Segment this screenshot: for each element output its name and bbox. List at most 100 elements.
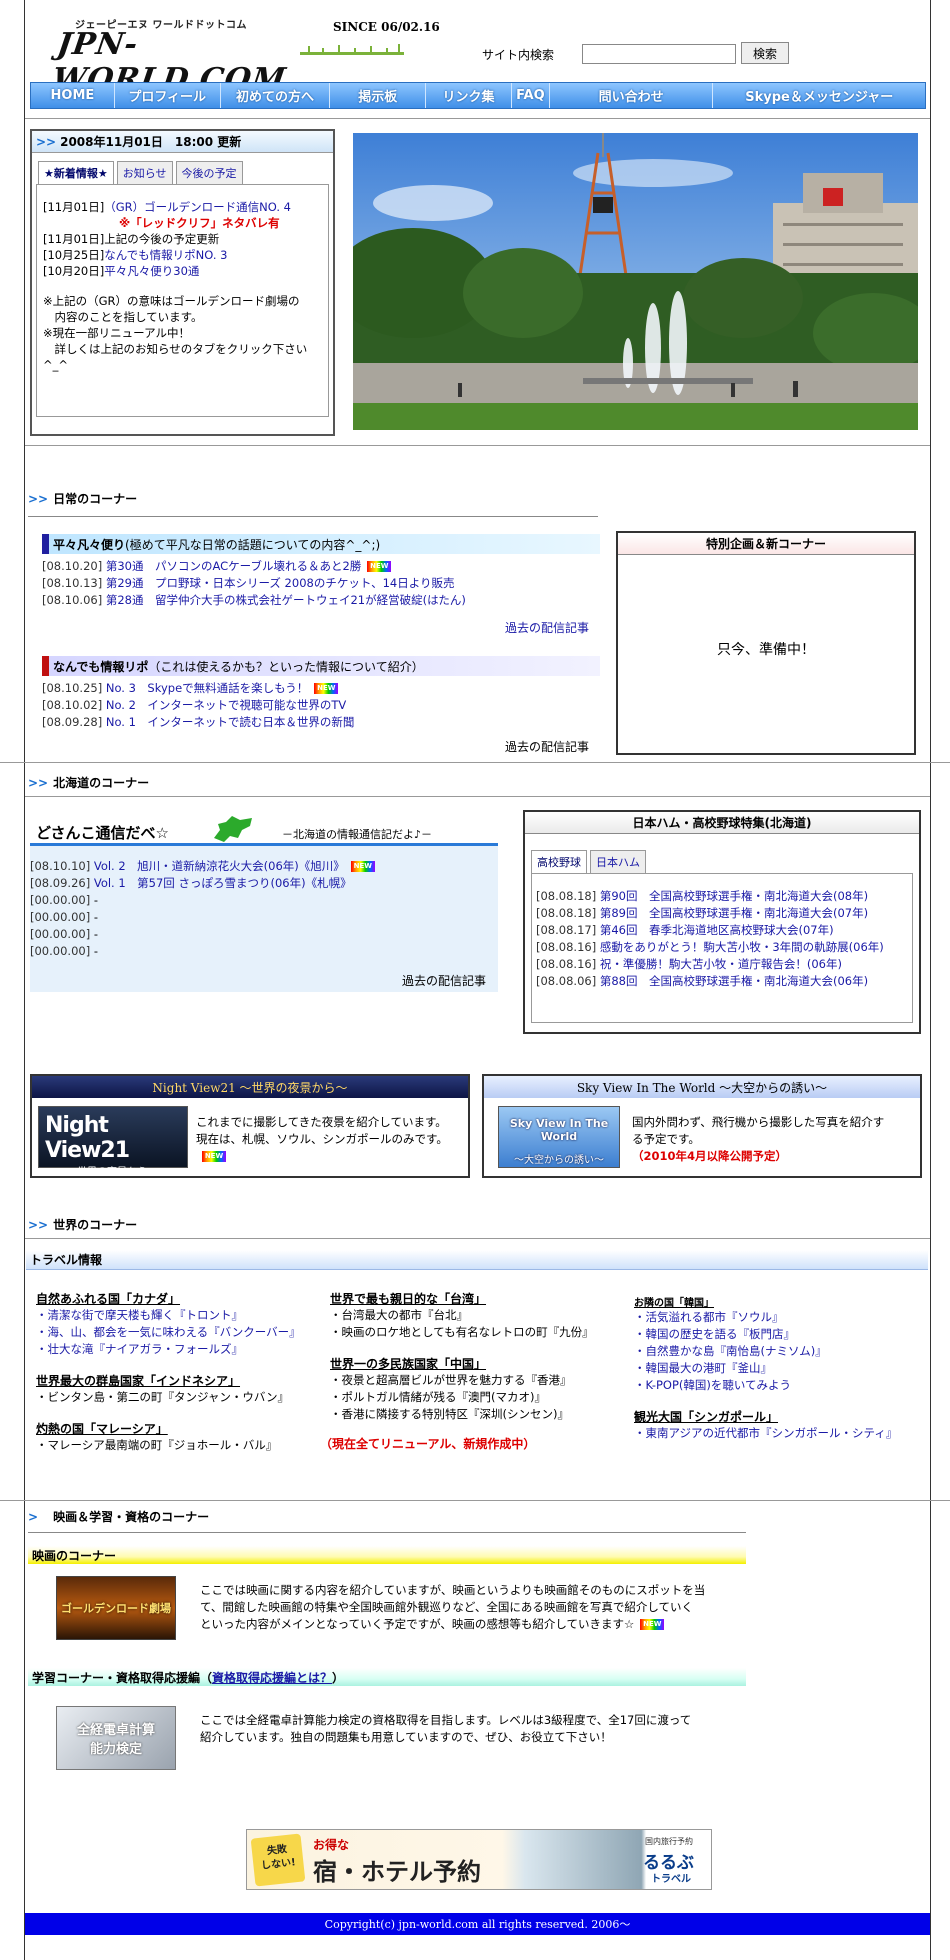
night-view-header[interactable]: Night View21 ～世界の夜景から～	[32, 1076, 468, 1098]
study-about-link[interactable]: 資格取得応援編とは？	[212, 1669, 332, 1686]
article-link[interactable]: No. 2 インターネットで視聴可能な世界のTV	[106, 698, 346, 712]
country-title[interactable]: お隣の国「韓国」	[634, 1294, 924, 1309]
news-item: [11月01日]（GR）ゴールデンロード通信NO. 4	[43, 200, 291, 214]
hokkaido-map-icon	[214, 816, 252, 842]
new-badge-icon: NEW	[350, 861, 375, 872]
news-body: [11月01日]（GR）ゴールデンロード通信NO. 4 ※「レッドクリフ」ネタバ…	[36, 184, 329, 417]
news-header: >> 2008年11月01日 18:00 更新	[32, 131, 333, 153]
article-link[interactable]: 第89回 全国高校野球選手権・南北海道大会(07年)	[600, 906, 868, 920]
article-link[interactable]: Vol. 2 旭川・道新納涼花火大会(06年)《旭川》	[94, 859, 345, 873]
ad-stamp: 失敗 しない!	[250, 1833, 306, 1887]
news-link[interactable]: なんでも情報リポNO. 3	[104, 248, 227, 262]
news-box: >> 2008年11月01日 18:00 更新 ★新着情報★ お知らせ 今後の予定…	[30, 129, 335, 436]
tab-schedule[interactable]: 今後の予定	[175, 161, 243, 184]
movie-bar: 映画のコーナー	[28, 1546, 746, 1564]
list-item: [08.08.17] 第46回 春季北海道地区高校野球大会(07年)	[536, 923, 834, 937]
country-title[interactable]: 世界一の多民族国家「中国」	[330, 1355, 610, 1372]
article-link[interactable]: 第29通 プロ野球・日本シリーズ 2008のチケット、14日より販売	[106, 576, 455, 590]
nav-home[interactable]: HOME	[31, 83, 115, 108]
baseball-panel: [08.08.18] 第90回 全国高校野球選手権・南北海道大会(08年) [0…	[531, 873, 913, 1023]
grass-decoration	[300, 44, 404, 55]
list-item: [08.10.06] 第28通 留学仲介大手の株式会社ゲートウェイ21が経営破綻…	[42, 593, 466, 607]
copyright: Copyright(c) jpn-world.com all rights re…	[25, 1913, 930, 1935]
country-title[interactable]: 世界最大の群島国家「インドネシア」	[36, 1372, 316, 1389]
travel-link[interactable]: ・壮大な滝『ナイアガラ・フォールズ』	[36, 1341, 316, 1358]
list-item: [08.10.25] No. 3 Skypeで無料通話を楽しもう！ NEW	[42, 680, 602, 697]
nav-bbs[interactable]: 掲示板	[330, 83, 427, 108]
travel-link[interactable]: ・映画のロケ地としても有名なレトロの町『九份』	[330, 1324, 610, 1341]
list-item: [08.09.26] Vol. 1 第57回 さっぽろ雪まつり(06年)《札幌》	[30, 876, 352, 890]
list-item: [08.10.20] 第30通 パソコンのACケーブル壊れる＆あと2勝 NEW	[42, 558, 602, 575]
news-link[interactable]: 平々凡々便り30通	[104, 264, 199, 278]
travel-link[interactable]: ・清潔な街で摩天楼も輝く『トロント』	[36, 1307, 316, 1324]
past-articles-link[interactable]: 過去の配信記事	[402, 972, 486, 989]
article-link[interactable]: Vol. 1 第57回 さっぽろ雪まつり(06年)《札幌》	[94, 876, 352, 890]
golden-road-thumb[interactable]: ゴールデンロード劇場	[56, 1576, 176, 1640]
calculator-exam-thumb[interactable]: 全経電卓計算 能力検定	[56, 1706, 176, 1770]
tab-nipponham[interactable]: 日本ハム	[590, 850, 646, 873]
ad-headline: 宿・ホテル予約	[313, 1857, 481, 1886]
travel-link[interactable]: ・韓国の歴史を語る『板門店』	[634, 1326, 924, 1343]
article-link[interactable]: 第46回 春季北海道地区高校野球大会(07年)	[600, 923, 834, 937]
travel-link[interactable]: ・東南アジアの近代都市『シンガポール・シティ』	[634, 1425, 924, 1442]
travel-link[interactable]: ・ポルトガル情緒が残る『澳門(マカオ)』	[330, 1389, 610, 1406]
search-input[interactable]	[582, 44, 736, 64]
travel-link[interactable]: ・夜景と超高層ビルが世界を魅力する『香港』	[330, 1372, 610, 1389]
search-button[interactable]: 検索	[741, 42, 789, 64]
article-link[interactable]: 第30通 パソコンのACケーブル壊れる＆あと2勝	[106, 559, 361, 573]
since-date: SINCE 06/02.16	[333, 20, 440, 34]
article-link[interactable]: 祝・準優勝！駒大苫小牧・道庁報告会！(06年)	[600, 957, 842, 971]
nandemo-subtitle: （これは使えるかも？といった情報について紹介）	[148, 659, 424, 674]
article-link[interactable]: 第90回 全国高校野球選手権・南北海道大会(08年)	[600, 889, 868, 903]
travel-link[interactable]: ・自然豊かな島『南怡島(ナミソム)』	[634, 1343, 924, 1360]
travel-link[interactable]: ・台湾最大の都市『台北』	[330, 1307, 610, 1324]
section-daily: >> 日常のコーナー	[28, 491, 138, 507]
divider	[25, 1238, 930, 1239]
news-link[interactable]: （GR）ゴールデンロード通信NO. 4	[104, 200, 291, 214]
tab-high-school[interactable]: 高校野球	[531, 850, 587, 873]
travel-link[interactable]: ・ビンタン島・第二の町『タンジャン・ウバン』	[36, 1389, 316, 1406]
new-badge-icon: NEW	[367, 561, 392, 572]
sky-view-thumb[interactable]: Sky View In The World ～大空からの誘い～	[498, 1106, 620, 1168]
country-title[interactable]: 灼熱の国「マレーシア」	[36, 1420, 316, 1437]
tab-new-info[interactable]: ★新着情報★	[38, 161, 114, 184]
travel-link[interactable]: ・K-POP(韓国)を聴いてみよう	[634, 1377, 924, 1394]
night-view-thumb[interactable]: Night View21 ～世界の夜景から～	[38, 1106, 188, 1178]
travel-link[interactable]: ・韓国最大の港町『釜山』	[634, 1360, 924, 1377]
nandemo-list: [08.10.25] No. 3 Skypeで無料通話を楽しもう！ NEW [08…	[42, 680, 602, 731]
sky-view-header[interactable]: Sky View In The World ～大空からの誘い～	[484, 1076, 920, 1098]
nav-faq[interactable]: FAQ	[512, 83, 550, 108]
hotel-ad-banner[interactable]: 失敗 しない! お得な 宿・ホテル予約 国内旅行予約 るるぶ トラベル	[246, 1829, 712, 1890]
country-title[interactable]: 世界で最も親日的な「台湾」	[330, 1290, 610, 1307]
logo[interactable]: ジェーピーエヌ ワールドドットコム JPN-WORLD.COM	[50, 16, 288, 97]
baseball-title: 日本ハム・高校野球特集(北海道)	[525, 812, 919, 834]
past-articles-link[interactable]: 過去の配信記事	[505, 738, 589, 755]
article-link[interactable]: No. 1 インターネットで読む日本＆世界の新聞	[106, 715, 355, 729]
search-label: サイト内検索	[482, 48, 555, 62]
nav-contact[interactable]: 問い合わせ	[550, 83, 714, 108]
nav-links[interactable]: リンク集	[426, 83, 512, 108]
nav-skype[interactable]: Skype＆メッセンジャー	[713, 83, 925, 108]
tab-notice[interactable]: お知らせ	[116, 161, 173, 184]
dosanko-header: どさんこ通信だべ☆ －北海道の情報通信記だよ♪－	[30, 812, 498, 846]
article-link[interactable]: 第88回 全国高校野球選手権・南北海道大会(06年)	[600, 974, 868, 988]
special-body: 只今、準備中！	[717, 642, 815, 658]
ad-tag: 国内旅行予約	[645, 1837, 693, 1846]
list-item: [08.09.28] No. 1 インターネットで読む日本＆世界の新聞	[42, 715, 355, 729]
travel-link[interactable]: ・活気溢れる都市『ソウル』	[634, 1309, 924, 1326]
country-title[interactable]: 自然あふれる国「カナダ」	[36, 1290, 316, 1307]
travel-link[interactable]: ・香港に隣接する特別特区『深圳(シンセン)』	[330, 1406, 610, 1423]
updated-text: 2008年11月01日 18:00 更新	[60, 135, 242, 149]
double-arrow-icon: >>	[28, 1217, 49, 1232]
nav-beginners[interactable]: 初めての方へ	[221, 83, 331, 108]
article-link[interactable]: 第28通 留学仲介大手の株式会社ゲートウェイ21が経営破綻(はたん)	[106, 593, 466, 607]
travel-link[interactable]: ・マレーシア最南端の町『ジョホール・バル』	[36, 1437, 316, 1454]
travel-link[interactable]: ・海、山、都会を一気に味わえる『バンクーバー』	[36, 1324, 316, 1341]
country-title[interactable]: 観光大国「シンガポール」	[634, 1408, 924, 1425]
double-arrow-icon: >>	[28, 775, 49, 790]
news-note: ※上記の（GR）の意味はゴールデンロード劇場の	[43, 294, 300, 308]
nav-profile[interactable]: プロフィール	[115, 83, 221, 108]
article-link[interactable]: No. 3 Skypeで無料通話を楽しもう！	[106, 681, 308, 695]
article-link[interactable]: 感動をありがとう！駒大苫小牧・3年間の軌跡展(06年)	[600, 940, 884, 954]
past-articles-link[interactable]: 過去の配信記事	[505, 619, 589, 636]
